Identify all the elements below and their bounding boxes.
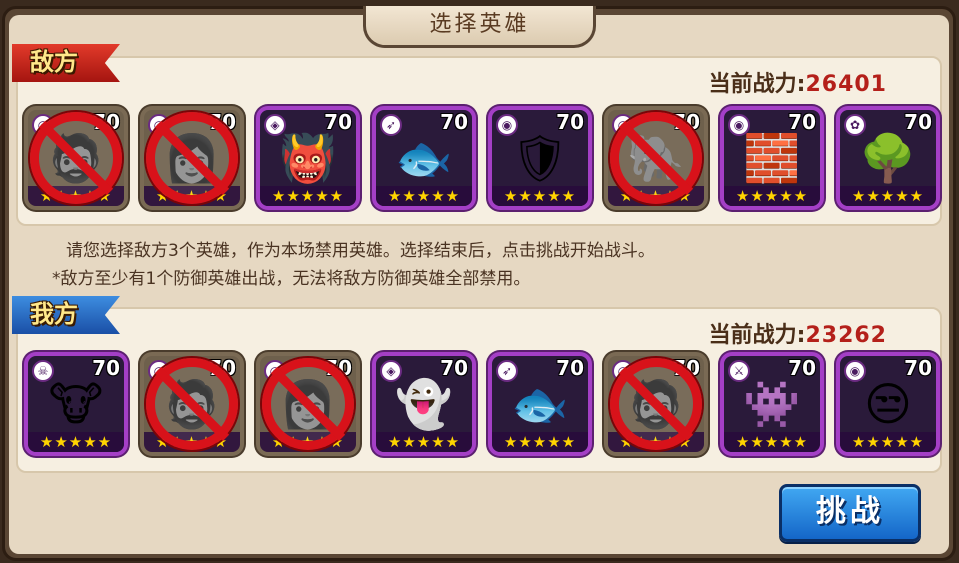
hero-level: 70 [788, 356, 816, 380]
hero-level: 70 [904, 110, 932, 134]
hero-card[interactable]: 😒 ◉ 70 ★★★★★ [836, 352, 940, 456]
hero-stars: ★★★★★ [840, 432, 936, 452]
hero-level: 70 [556, 356, 584, 380]
hero-level: 70 [92, 356, 120, 380]
hero-class-icon: ☠ [32, 360, 54, 382]
enemy-ribbon: 敌方 [12, 44, 120, 82]
hero-class-icon: ✿ [844, 114, 866, 136]
hero-level: 70 [788, 110, 816, 134]
enemy-hero-row: 🧔 ◎ 70 ★★★★★ 👩 ◎ 70 ★★★★★ 👹 ◈ 70 ★★★★★ 🐟 ➶ 70 ★★★★★ 🛡 ◉ 70… [24, 106, 940, 214]
enemy-power-value: 26401 [805, 72, 887, 97]
hero-level: 70 [556, 110, 584, 134]
hero-card[interactable]: 🐟 ➶ 70 ★★★★★ [488, 352, 592, 456]
hero-card[interactable]: 🐘 ◎ 70 ★★★★★ [604, 106, 708, 210]
hero-stars: ★★★★★ [492, 186, 588, 206]
my-power-label: 当前战力: [708, 323, 806, 348]
hero-level: 70 [440, 110, 468, 134]
hero-card[interactable]: 🧱 ◉ 70 ★★★★★ [720, 106, 824, 210]
hero-class-icon: ◈ [380, 360, 402, 382]
hero-card[interactable]: 👹 ◈ 70 ★★★★★ [256, 106, 360, 210]
hero-stars: ★★★★★ [724, 432, 820, 452]
hero-stars: ★★★★★ [28, 432, 124, 452]
ban-icon [146, 358, 238, 450]
my-ribbon: 我方 [12, 296, 120, 334]
hero-card[interactable]: 👻 ◈ 70 ★★★★★ [372, 352, 476, 456]
hero-level: 70 [324, 110, 352, 134]
hero-card[interactable]: 🐟 ➶ 70 ★★★★★ [372, 106, 476, 210]
ban-icon [146, 112, 238, 204]
challenge-button[interactable]: 挑战 [779, 484, 921, 542]
enemy-power: 当前战力:26401 [709, 66, 887, 98]
hero-stars: ★★★★★ [260, 186, 356, 206]
enemy-power-label: 当前战力: [708, 72, 806, 97]
ban-icon [610, 358, 702, 450]
hero-stars: ★★★★★ [492, 432, 588, 452]
hero-class-icon: ➶ [496, 360, 518, 382]
hero-level: 70 [440, 356, 468, 380]
dialog-title: 选择英雄 [363, 6, 596, 48]
ban-icon [262, 358, 354, 450]
hero-card[interactable]: 🧔 ◎ 70 ★★★★★ [24, 106, 128, 210]
ban-icon [30, 112, 122, 204]
my-power-value: 23262 [805, 323, 887, 348]
hero-card[interactable]: 🐮 ☠ 70 ★★★★★ [24, 352, 128, 456]
my-hero-row: 🐮 ☠ 70 ★★★★★ 🧔 ◎ 70 ★★★★★ 👩 ◎ 70 ★★★★★ 👻 ◈ 70 ★★★★★ 🐟 ➶ 70… [24, 352, 940, 460]
hero-class-icon: ➶ [380, 114, 402, 136]
hero-card[interactable]: 🛡 ◉ 70 ★★★★★ [488, 106, 592, 210]
hero-stars: ★★★★★ [376, 432, 472, 452]
instruction-line-1: 请您选择敌方3个英雄，作为本场禁用英雄。选择结束后，点击挑战开始战斗。 [66, 241, 655, 261]
hero-class-icon: ◉ [844, 360, 866, 382]
hero-class-icon: ⚔ [728, 360, 750, 382]
hero-level: 70 [904, 356, 932, 380]
hero-card[interactable]: 🧔 ◎ 70 ★★★★★ [140, 352, 244, 456]
instruction-line-2: *敌方至少有1个防御英雄出战，无法将敌方防御英雄全部禁用。 [52, 269, 531, 289]
hero-stars: ★★★★★ [724, 186, 820, 206]
ban-icon [610, 112, 702, 204]
hero-card[interactable]: 🌳 ✿ 70 ★★★★★ [836, 106, 940, 210]
hero-card[interactable]: 👾 ⚔ 70 ★★★★★ [720, 352, 824, 456]
my-power: 当前战力:23262 [709, 317, 887, 349]
hero-class-icon: ◉ [728, 114, 750, 136]
hero-stars: ★★★★★ [840, 186, 936, 206]
hero-class-icon: ◉ [496, 114, 518, 136]
hero-class-icon: ◈ [264, 114, 286, 136]
hero-stars: ★★★★★ [376, 186, 472, 206]
hero-card[interactable]: 🧔 ◎ 70 ★★★★★ [604, 352, 708, 456]
hero-card[interactable]: 👩 ◎ 70 ★★★★★ [256, 352, 360, 456]
hero-card[interactable]: 👩 ◎ 70 ★★★★★ [140, 106, 244, 210]
